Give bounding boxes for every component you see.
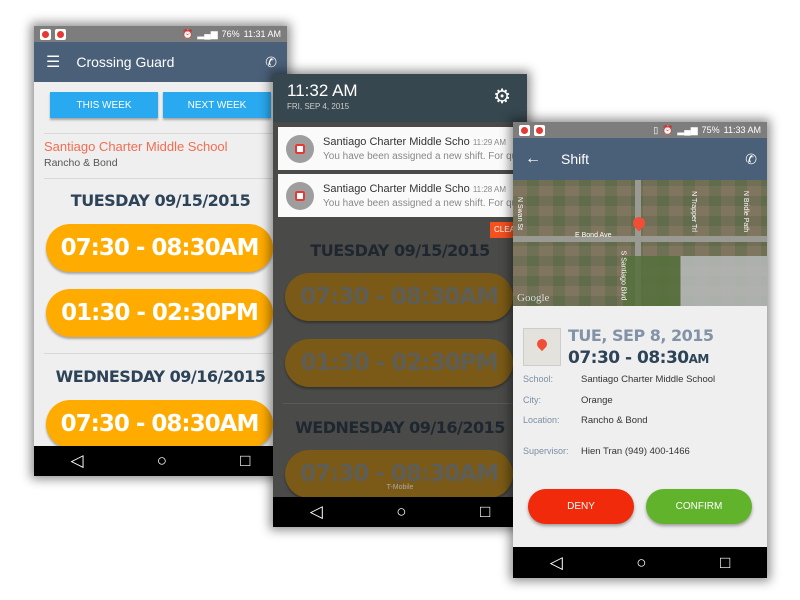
shift-button[interactable]: 07:30 - 08:30AM [46, 400, 273, 448]
back-nav-icon[interactable]: ◁ [310, 502, 323, 522]
home-nav-icon[interactable]: ○ [396, 502, 406, 522]
school-name[interactable]: Santiago Charter Middle School [44, 139, 228, 154]
status-bar: ⏰ ▂▄▆ 76% 11:31 AM [34, 26, 287, 42]
notification-time: 11:29 AM [472, 137, 507, 147]
home-nav-icon[interactable]: ○ [636, 553, 646, 573]
school-address: Rancho & Bond [44, 157, 118, 169]
battery-level: 75% [701, 125, 720, 135]
shift-date: TUE, SEP 8, 2015 [568, 326, 714, 345]
day-heading: TUESDAY 09/15/2015 [70, 191, 251, 210]
app-notification-icon [519, 124, 530, 136]
day-heading: WEDNESDAY 09/16/2015 [55, 367, 266, 386]
home-nav-icon[interactable]: ○ [157, 451, 167, 471]
shift-time: 07:30 - 08:30AM [568, 348, 709, 368]
shift-button[interactable]: 01:30 - 02:30PM [46, 289, 273, 337]
divider [44, 353, 273, 354]
map-view[interactable]: E Bond Ave S Santiago Blvd N Swan St N T… [513, 180, 767, 306]
notification-item[interactable]: Santiago Charter Middle Scho 11:28 AM You… [278, 174, 527, 217]
back-nav-icon[interactable]: ◁ [550, 553, 563, 573]
settings-icon[interactable]: ⚙ [493, 84, 511, 109]
day-heading: TUESDAY 09/15/2015 [310, 241, 490, 260]
shift-button[interactable]: 07:30 - 08:30AM [46, 224, 273, 272]
shade-date: FRI, SEP 4, 2015 [287, 102, 350, 111]
app-icon [286, 181, 314, 210]
detail-value: Orange [581, 395, 613, 406]
screen-title: Shift [561, 151, 590, 167]
nav-bar: ◁ ○ □ [513, 547, 767, 578]
map-pin-icon [534, 336, 550, 352]
clock: 11:31 AM [243, 29, 281, 39]
this-week-button[interactable]: THIS WEEK [50, 92, 158, 118]
alarm-icon: ⏰ [182, 28, 194, 39]
back-arrow-icon[interactable]: ← [525, 150, 541, 168]
shift-button: 01:30 - 02:30PM [285, 339, 513, 387]
google-logo: Google [517, 292, 550, 304]
detail-label: Supervisor: [523, 446, 569, 456]
phone-icon[interactable]: ✆ [745, 151, 757, 168]
recents-nav-icon[interactable]: □ [240, 451, 250, 471]
signal-icon: ▂▄▆ [677, 124, 698, 135]
confirm-button[interactable]: CONFIRM [646, 489, 752, 524]
app-notification-icon [55, 28, 66, 40]
status-bar: ▯ ⏰ ▂▄▆ 75% 11:33 AM [513, 122, 767, 138]
divider [44, 133, 273, 134]
notification-header: 11:32 AM FRI, SEP 4, 2015 ⚙ [273, 74, 527, 122]
detail-label: City: [523, 395, 541, 405]
street-label: S Santiago Blvd [619, 250, 627, 301]
app-title: Crossing Guard [76, 54, 175, 70]
signal-icon: ▂▄▆ [197, 28, 218, 39]
divider [283, 403, 513, 404]
battery-level: 76% [221, 29, 240, 39]
carrier-label: T-Mobile [386, 484, 414, 491]
street-label: E Bond Ave [575, 232, 612, 239]
detail-value[interactable]: Hien Tran (949) 400-1466 [581, 446, 690, 457]
back-nav-icon[interactable]: ◁ [71, 451, 84, 471]
map-area [623, 256, 767, 306]
map-pin-icon [630, 214, 648, 232]
notification-time: 11:28 AM [472, 184, 507, 194]
shift-button: 07:30 - 08:30AM [285, 273, 513, 321]
phone-schedule-screen: ⏰ ▂▄▆ 76% 11:31 AM ☰ Crossing Guard ✆ THIS … [34, 26, 287, 476]
detail-label: School: [523, 374, 554, 384]
map-thumbnail [523, 328, 561, 366]
notification-title: Santiago Charter Middle Scho [323, 135, 470, 148]
recents-nav-icon[interactable]: □ [720, 553, 730, 573]
divider [44, 178, 273, 179]
shade-time: 11:32 AM [287, 81, 358, 100]
phone-notification-screen: TUESDAY 09/15/2015 07:30 - 08:30AM 01:30… [273, 74, 527, 527]
vibrate-icon: ▯ [653, 124, 659, 135]
street-label: N Bridle Path [742, 190, 750, 233]
nav-bar: ◁ ○ □ [273, 497, 527, 527]
day-heading: WEDNESDAY 09/16/2015 [295, 418, 505, 437]
shift-time-range: 07:30 - 08:30 [568, 348, 689, 368]
detail-value: Rancho & Bond [581, 415, 648, 426]
app-bar: ☰ Crossing Guard ✆ [34, 42, 287, 82]
app-notification-icon [40, 28, 51, 40]
detail-value: Santiago Charter Middle School [581, 374, 716, 385]
recents-nav-icon[interactable]: □ [480, 502, 490, 522]
notification-text: You have been assigned a new shift. For … [323, 150, 518, 162]
clock: 11:33 AM [723, 125, 761, 135]
detail-label: Location: [523, 415, 560, 425]
shift-time-suffix: AM [688, 352, 710, 366]
phone-icon[interactable]: ✆ [265, 54, 277, 71]
menu-icon[interactable]: ☰ [46, 52, 60, 72]
notification-text: You have been assigned a new shift. For … [323, 197, 518, 209]
next-week-button[interactable]: NEXT WEEK [163, 92, 271, 118]
nav-bar: ◁ ○ □ [34, 446, 287, 476]
app-notification-icon [534, 124, 545, 136]
notification-item[interactable]: Santiago Charter Middle Scho 11:29 AM You… [278, 127, 527, 170]
notification-title: Santiago Charter Middle Scho [323, 182, 470, 195]
alarm-icon: ⏰ [662, 124, 674, 135]
app-icon [286, 134, 314, 163]
phone-shift-detail-screen: ▯ ⏰ ▂▄▆ 75% 11:33 AM ← Shift ✆ E Bond Ave S … [513, 122, 767, 578]
street-label: N Trapper Trl [689, 191, 697, 232]
app-bar: ← Shift ✆ [513, 138, 767, 180]
street-label: N Swan St [516, 196, 524, 231]
deny-button[interactable]: DENY [528, 489, 634, 524]
